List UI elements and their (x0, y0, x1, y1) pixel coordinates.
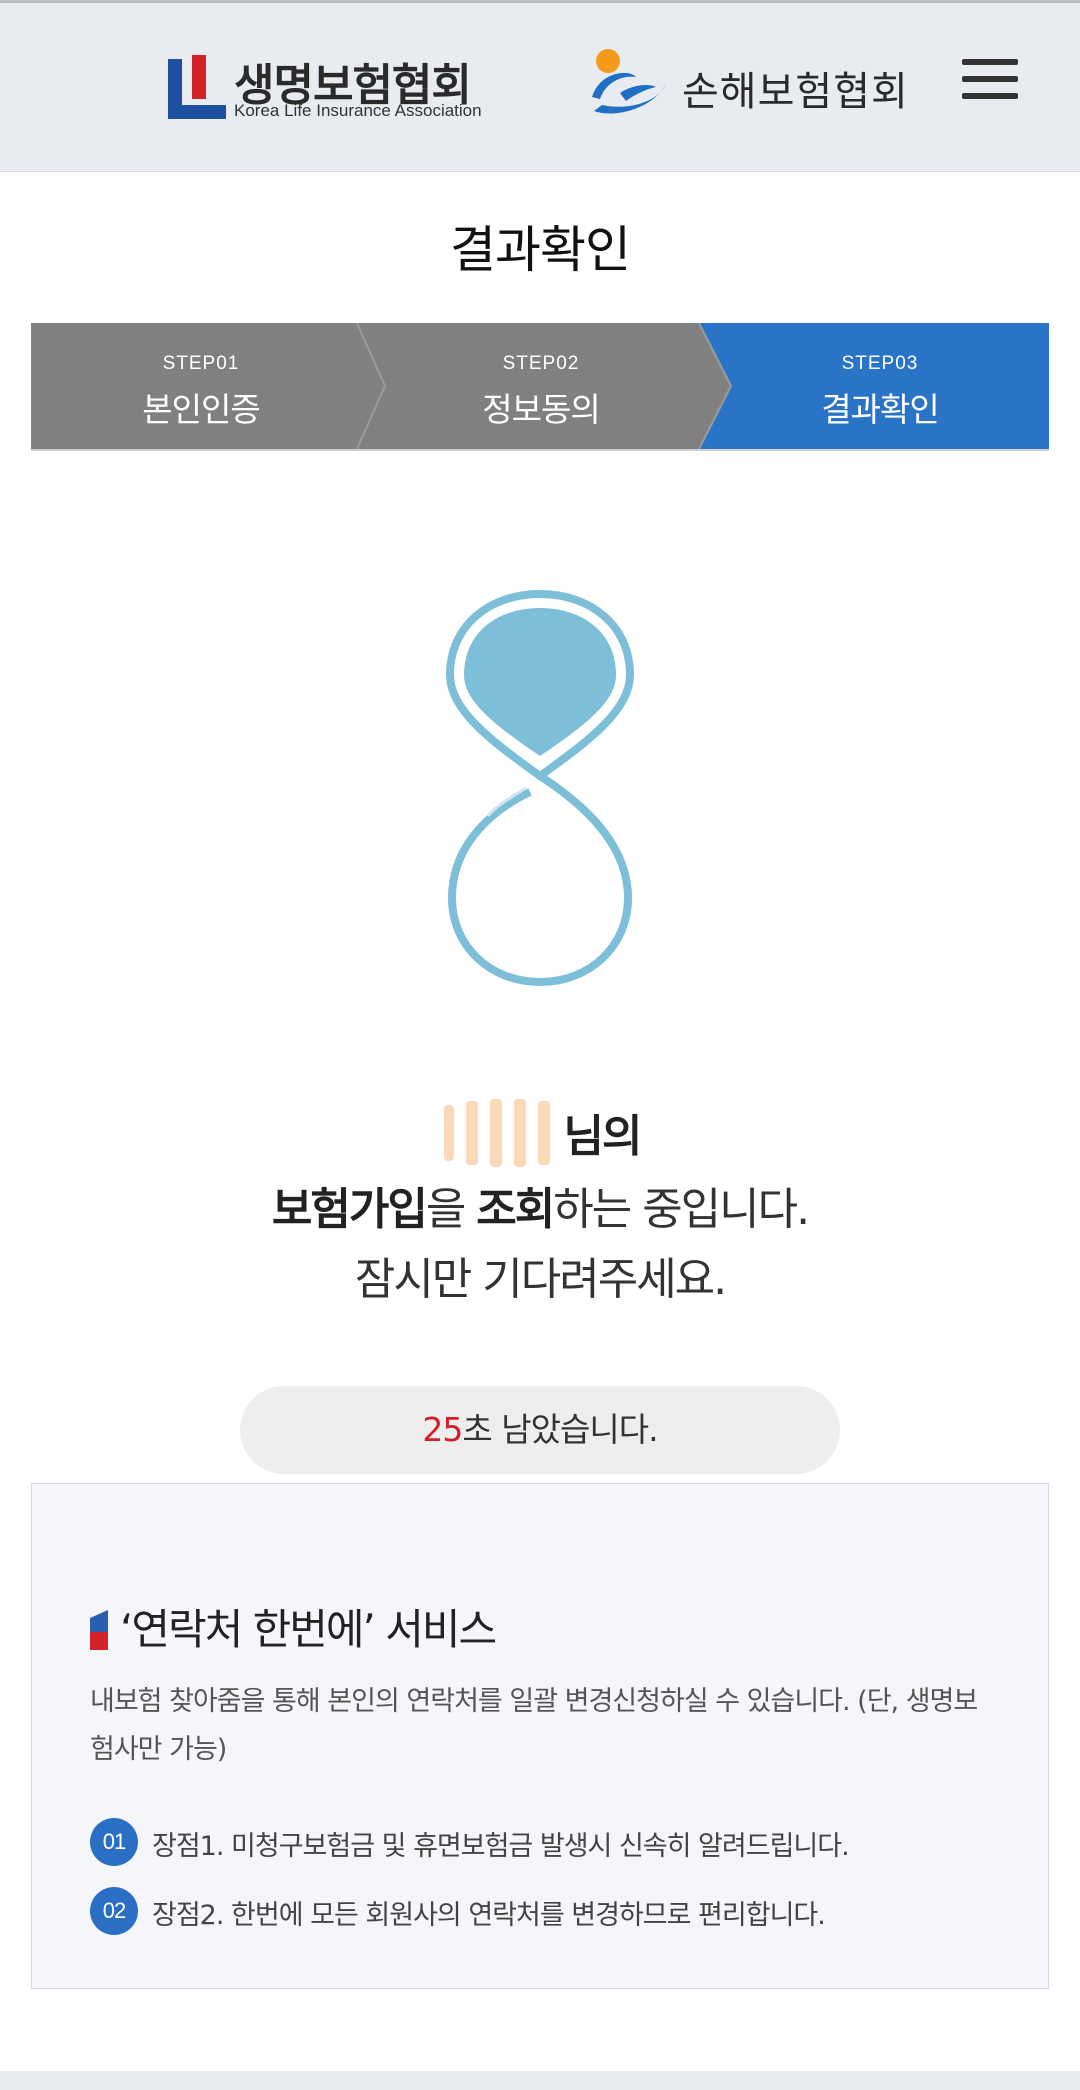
general-insurance-association-logo[interactable]: 손해보험협회 (586, 47, 916, 127)
name-suffix: 님의 (563, 1111, 643, 1162)
service-description: 내보험 찾아줌을 통해 본인의 연락처를 일괄 변경신청하실 수 있습니다. (… (90, 1686, 978, 1765)
step-1-label: 본인인증 (142, 390, 260, 429)
step-3-label: 결과확인 (821, 390, 939, 429)
benefit-item-2: 02 장점2. 한번에 모든 회원사의 연락처를 변경하므로 편리합니다. (90, 1887, 1010, 1937)
main-card: 결과확인 STEP01 본인인증 STEP02 정보동의 STEP03 결과확인 (0, 171, 1080, 2071)
message-line-3: 잠시만 기다려주세요. (354, 1254, 727, 1305)
service-title: ‘연락처 한번에’ 서비스 (120, 1605, 497, 1654)
message-line-2: 보험가입을 조회하는 중입니다. (0, 1175, 1080, 1245)
loading-message: 님의 보험가입을 조회하는 중입니다. 잠시만 기다려주세요. (0, 1099, 1080, 1315)
logo-left-english: Korea Life Insurance Association (234, 101, 482, 120)
contact-service-box: ‘연락처 한번에’ 서비스 내보험 찾아줌을 통해 본인의 연락처를 일괄 변경… (31, 1483, 1049, 1989)
gia-logo-mark-icon (592, 49, 666, 114)
message-text-1: 을 (425, 1184, 477, 1235)
message-line-1: 님의 (0, 1099, 1080, 1175)
countdown-pill: 25초 남았습니다. (240, 1386, 840, 1474)
benefit-text-1: 장점1. 미청구보험금 및 휴면보험금 발생시 신속히 알려드립니다. (152, 1831, 850, 1862)
step-1-number: STEP01 (162, 353, 240, 374)
benefit-text-2: 장점2. 한번에 모든 회원사의 연락처를 변경하므로 편리합니다. (152, 1900, 826, 1931)
life-insurance-association-logo[interactable]: 생명보험협회 Korea Life Insurance Association (168, 51, 498, 125)
step-1: STEP01 본인인증 (31, 323, 371, 449)
message-bold-insurance: 보험가입 (271, 1184, 428, 1235)
benefit-badge-1: 01 (90, 1818, 138, 1866)
benefit-badge-2: 02 (90, 1887, 138, 1935)
message-text-2: 하는 중입니다. (553, 1184, 810, 1235)
step-2-label: 정보동의 (482, 390, 600, 429)
page-title: 결과확인 (450, 221, 631, 279)
countdown-seconds: 25 (422, 1410, 463, 1449)
klia-logo-mark-icon (168, 55, 226, 119)
step-2: STEP02 정보동의 (371, 323, 711, 449)
message-bold-inquiry: 조회 (476, 1184, 555, 1235)
hourglass-loading-icon (445, 589, 635, 987)
step-3: STEP03 결과확인 (711, 323, 1049, 449)
masked-name-icon (443, 1099, 550, 1167)
step-indicator: STEP01 본인인증 STEP02 정보동의 STEP03 결과확인 (31, 323, 1049, 451)
step-2-number: STEP02 (502, 353, 580, 374)
step-3-number: STEP03 (841, 353, 919, 374)
countdown-text: 초 남았습니다. (462, 1410, 658, 1449)
benefit-item-1: 01 장점1. 미청구보험금 및 휴면보험금 발생시 신속히 알려드립니다. (90, 1818, 1010, 1868)
hamburger-menu-icon[interactable] (962, 59, 1020, 103)
logo-right-korean: 손해보험협회 (682, 69, 909, 115)
header: 생명보험협회 Korea Life Insurance Association … (0, 3, 1080, 171)
